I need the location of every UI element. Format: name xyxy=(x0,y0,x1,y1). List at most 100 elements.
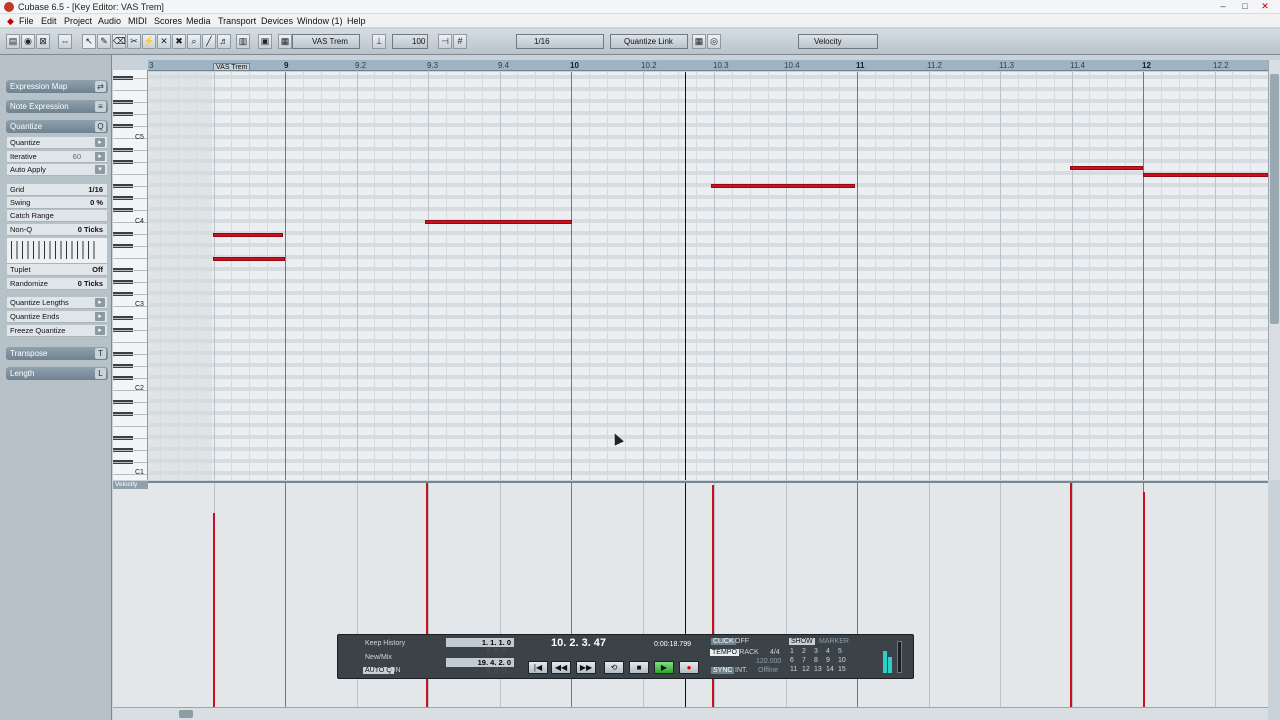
menu-midi[interactable]: MIDI xyxy=(126,15,149,27)
menu-transport[interactable]: Transport xyxy=(216,15,258,27)
fast-forward-icon[interactable]: ▶▶ xyxy=(576,661,596,674)
marker-button[interactable]: 15 xyxy=(838,666,846,673)
horizontal-scroll-thumb[interactable] xyxy=(179,710,193,718)
marker-button[interactable]: 8 xyxy=(814,657,818,664)
marker-button[interactable]: 13 xyxy=(814,666,822,673)
keep-history[interactable]: Keep History xyxy=(365,640,405,647)
go-to-start-icon[interactable]: |◀ xyxy=(528,661,548,674)
acoustic-feedback-icon[interactable]: ◉ xyxy=(21,34,35,49)
maximize-icon[interactable]: □ xyxy=(1238,1,1252,12)
time-display[interactable]: 0:00:18.799 xyxy=(654,641,691,648)
color-palette-icon[interactable]: ◎ xyxy=(707,34,721,49)
marker-button[interactable]: 2 xyxy=(802,648,806,655)
cycle-icon[interactable]: ⟲ xyxy=(604,661,624,674)
midi-note[interactable] xyxy=(1070,166,1143,170)
erase-tool-icon[interactable]: ⌫ xyxy=(112,34,126,49)
midi-note[interactable] xyxy=(213,257,285,261)
quantize-section[interactable]: Quantize Q xyxy=(6,120,108,133)
close-icon[interactable]: ✕ xyxy=(1258,1,1272,12)
click-button[interactable]: CLICK xyxy=(711,638,736,645)
velocity-bar[interactable] xyxy=(1143,492,1145,707)
minimize-icon[interactable]: – xyxy=(1216,1,1230,12)
iterative-apply-button[interactable]: ▸ xyxy=(95,152,105,161)
draw-tool-icon[interactable]: ✎ xyxy=(97,34,111,49)
master-volume-slider[interactable] xyxy=(897,641,902,673)
menu-audio[interactable]: Audio xyxy=(96,15,123,27)
vertical-scroll-thumb[interactable] xyxy=(1270,74,1279,324)
marker-button[interactable]: 4 xyxy=(826,648,830,655)
zoom-tool-icon[interactable]: ⌕ xyxy=(187,34,201,49)
auto-apply-toggle[interactable]: ▾ xyxy=(95,165,105,174)
line-tool-icon[interactable]: ╱ xyxy=(202,34,216,49)
record-icon[interactable]: ● xyxy=(679,661,699,674)
mute-tool-icon[interactable]: ✖ xyxy=(172,34,186,49)
sync-button[interactable]: SYNC xyxy=(711,667,735,674)
time-signature[interactable]: 4/4 xyxy=(770,649,780,656)
marker-button[interactable]: 9 xyxy=(826,657,830,664)
menu-media[interactable]: Media xyxy=(184,15,213,27)
quantize-link-field[interactable]: Quantize Link xyxy=(610,34,688,49)
bar-ruler[interactable]: 3 9 9.2 9.3 9.4 10 10.2 10.3 10.4 11 11.… xyxy=(148,60,1268,71)
freeze-quantize-button[interactable]: ▸ xyxy=(95,326,105,335)
show-markers-button[interactable]: SHOW xyxy=(789,638,815,645)
non-q-row[interactable]: Non-Q 0 Ticks xyxy=(7,224,107,236)
grid-row[interactable]: Grid 1/16 xyxy=(7,184,107,196)
velocity-bar[interactable] xyxy=(1070,483,1072,707)
split-tool-icon[interactable]: ⚡ xyxy=(142,34,156,49)
catch-range-row[interactable]: Catch Range xyxy=(7,210,107,222)
midi-note[interactable] xyxy=(213,233,283,237)
menu-file[interactable]: File xyxy=(17,15,36,27)
velocity-bar[interactable] xyxy=(213,513,215,707)
midi-note[interactable] xyxy=(711,184,855,188)
position-display[interactable]: 10. 2. 3. 47 xyxy=(551,637,606,649)
tempo-bpm[interactable]: 120.000 xyxy=(756,658,781,665)
time-warp-icon[interactable]: ♬ xyxy=(217,34,231,49)
right-locator-display[interactable]: 19. 4. 2. 0 xyxy=(446,658,514,667)
swing-row[interactable]: Swing 0 % xyxy=(7,197,107,209)
quantize-row[interactable]: Quantize ▸ xyxy=(7,137,107,149)
length-section[interactable]: Length L xyxy=(6,367,108,380)
step-input-icon[interactable]: ▥ xyxy=(236,34,250,49)
rewind-icon[interactable]: ◀◀ xyxy=(551,661,571,674)
grid-icon[interactable]: # xyxy=(453,34,467,49)
menu-help[interactable]: Help xyxy=(345,15,368,27)
trim-tool-icon[interactable]: ✂ xyxy=(127,34,141,49)
marker-button[interactable]: 12 xyxy=(802,666,810,673)
insert-velocity-field[interactable]: 100 xyxy=(392,34,428,49)
show-info-icon[interactable]: ⊠ xyxy=(36,34,50,49)
quantize-grid-display[interactable] xyxy=(7,238,107,264)
part-name-field[interactable]: VAS Trem xyxy=(292,34,360,49)
snap-type-icon[interactable]: ⊣ xyxy=(438,34,452,49)
midi-note[interactable] xyxy=(425,220,572,224)
auto-apply-row[interactable]: Auto Apply ▾ xyxy=(7,164,107,176)
color-scheme-icon[interactable]: ▣ xyxy=(258,34,272,49)
vertical-scrollbar[interactable] xyxy=(1268,60,1280,480)
marker-button[interactable]: 5 xyxy=(838,648,842,655)
marker-button[interactable]: 7 xyxy=(802,657,806,664)
randomize-row[interactable]: Randomize 0 Ticks xyxy=(7,278,107,290)
piano-keyboard[interactable]: C5 C4 C3 C2 C1 xyxy=(113,70,148,480)
horizontal-scrollbar[interactable] xyxy=(113,707,1268,720)
quantize-ends-button[interactable]: ▸ xyxy=(95,312,105,321)
freeze-quantize-row[interactable]: Freeze Quantize ▸ xyxy=(7,325,107,337)
expression-map-section[interactable]: Expression Map ⇄ xyxy=(6,80,108,93)
menu-scores[interactable]: Scores xyxy=(152,15,184,27)
stop-icon[interactable]: ■ xyxy=(629,661,649,674)
project-cursor[interactable] xyxy=(685,72,686,480)
marker-button[interactable]: 3 xyxy=(814,648,818,655)
object-selection-tool-icon[interactable]: ↖ xyxy=(82,34,96,49)
marker-button[interactable]: 11 xyxy=(790,666,797,673)
new-mix[interactable]: New/Mix xyxy=(365,654,392,661)
quantize-ends-row[interactable]: Quantize Ends ▸ xyxy=(7,311,107,323)
solo-editor-icon[interactable]: ▤ xyxy=(6,34,20,49)
marker-button[interactable]: 6 xyxy=(790,657,794,664)
note-display[interactable] xyxy=(148,72,1268,480)
grid-snap-icon[interactable]: ▦ xyxy=(692,34,706,49)
marker-button[interactable]: 14 xyxy=(826,666,834,673)
snap-icon[interactable]: ⟘ xyxy=(372,34,386,49)
quantize-lengths-button[interactable]: ▸ xyxy=(95,298,105,307)
glue-tool-icon[interactable]: ✕ xyxy=(157,34,171,49)
controller-lane-field[interactable]: Velocity xyxy=(798,34,878,49)
quantize-preset-field[interactable]: 1/16 xyxy=(516,34,604,49)
menu-window[interactable]: Window (1) xyxy=(295,15,345,27)
